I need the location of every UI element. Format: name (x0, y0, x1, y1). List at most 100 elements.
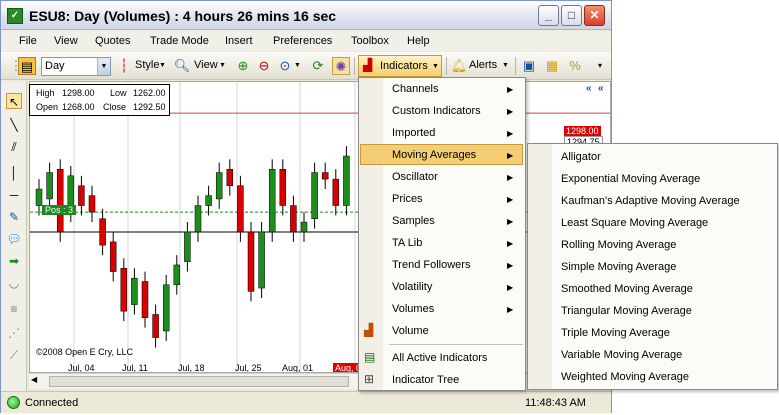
search-icon: 🔍︎ (173, 58, 191, 73)
submenu-item-weighted[interactable]: Weighted Moving Average (561, 371, 689, 383)
candle-body (162, 284, 170, 332)
alerts-button[interactable]: Alerts (469, 59, 497, 71)
arc-icon[interactable]: ◡ (6, 275, 22, 291)
copyright-text: ©2008 Open E Cry, LLC (36, 347, 134, 357)
submenu-item-exponential[interactable]: Exponential Moving Average (561, 173, 700, 185)
submenu-item-alligator[interactable]: Alligator (561, 151, 601, 163)
candle-body (56, 168, 64, 233)
zoom-in-icon[interactable]: ⊕ (234, 57, 252, 75)
callout-icon[interactable]: 💬︎ (6, 231, 22, 247)
close-label: Close (103, 102, 127, 112)
submenu-item-rolling[interactable]: Rolling Moving Average (561, 239, 676, 251)
candle-body (194, 205, 202, 233)
maximize-button[interactable]: □ (561, 5, 582, 26)
menu-toolbox[interactable]: Toolbox (351, 35, 389, 47)
zoom-out-icon[interactable]: ⊖ (255, 57, 273, 75)
menu-item-indicator-tree[interactable]: Indicator Tree (392, 374, 459, 386)
submenu-arrow-icon: ▶ (507, 129, 514, 138)
scrollbar-thumb[interactable] (49, 376, 349, 387)
close-button[interactable]: ✕ (584, 5, 605, 26)
line-icon[interactable]: ╲ (6, 117, 22, 133)
menu-view[interactable]: View (54, 35, 78, 47)
moving-averages-submenu: Alligator Exponential Moving Average Kau… (527, 143, 778, 390)
menu-item-trend-followers[interactable]: Trend Followers (392, 259, 470, 271)
menu-item-volumes[interactable]: Volumes (392, 303, 434, 315)
separator (446, 57, 447, 75)
candle-body (99, 218, 106, 246)
tree-icon: ⊞ (364, 372, 375, 386)
menu-item-all-active-indicators[interactable]: All Active Indicators (392, 352, 487, 364)
ohlc-box: High 1298.00 Low 1262.00 Open 1268.00 Cl… (29, 84, 170, 116)
percent-icon[interactable]: % (566, 57, 584, 75)
menu-item-ta-lib[interactable]: TA Lib (392, 237, 422, 249)
scroll-right-icon[interactable]: « (598, 83, 604, 94)
menu-item-imported[interactable]: Imported (392, 127, 435, 139)
fan-icon[interactable]: ⟋ (6, 347, 22, 363)
indicators-button[interactable]: ▟ Indicators ▼ (358, 55, 442, 77)
zoom-icon[interactable]: ⊙ (276, 57, 294, 75)
note-icon[interactable]: ✎ (6, 209, 22, 225)
menu-trade-mode[interactable]: Trade Mode (150, 35, 209, 47)
minimize-button[interactable]: _ (538, 5, 559, 26)
low-label: Low (110, 88, 127, 98)
chart-window-icon[interactable]: ▤ (18, 57, 36, 75)
submenu-item-least-square[interactable]: Least Square Moving Average (561, 217, 708, 229)
fibonacci-icon[interactable]: ≡ (6, 301, 22, 317)
candle-body (152, 314, 159, 338)
menu-item-samples[interactable]: Samples (392, 215, 435, 227)
menu-icon-column (528, 144, 552, 389)
candle-body (247, 231, 255, 292)
menu-preferences[interactable]: Preferences (273, 35, 332, 47)
candle-body (279, 168, 287, 206)
menu-item-channels[interactable]: Channels (392, 83, 438, 95)
submenu-item-simple[interactable]: Simple Moving Average (561, 261, 676, 273)
candle-body (109, 241, 117, 272)
candle-body (78, 185, 85, 206)
horizontal-line-icon[interactable]: ─ (6, 187, 22, 203)
menu-file[interactable]: File (19, 35, 37, 47)
menu-item-volume[interactable]: Volume (392, 325, 429, 337)
scroll-left-icon[interactable]: « (586, 83, 592, 94)
palette-icon[interactable]: ▦ (543, 57, 561, 75)
x-axis-label: Jul, 25 (235, 363, 262, 373)
x-axis-label: Jul, 18 (178, 363, 205, 373)
chevron-down-icon: ▼ (219, 62, 226, 69)
menu-item-custom-indicators[interactable]: Custom Indicators (392, 105, 481, 117)
menu-insert[interactable]: Insert (225, 35, 253, 47)
style-button[interactable]: Style (135, 59, 159, 71)
pointer-icon[interactable]: ↖ (6, 93, 22, 109)
submenu-arrow-icon: ▶ (507, 107, 514, 116)
menu-help[interactable]: Help (407, 35, 430, 47)
vertical-line-icon[interactable]: │ (6, 165, 22, 181)
period-select[interactable]: Day ▼ (41, 57, 111, 76)
menu-item-volatility[interactable]: Volatility (392, 281, 432, 293)
refresh-icon[interactable]: ⟳ (309, 57, 327, 75)
submenu-item-triangular[interactable]: Triangular Moving Average (561, 305, 692, 317)
chevron-down-icon: ▼ (97, 58, 110, 75)
toolbar-overflow-icon[interactable]: ▾ (591, 57, 609, 75)
indicators-menu: Channels ▶ Custom Indicators ▶ Imported … (358, 77, 526, 391)
menu-item-moving-averages[interactable]: Moving Averages (392, 149, 476, 161)
menu-item-prices[interactable]: Prices (392, 193, 423, 205)
submenu-arrow-icon: ▶ (507, 283, 514, 292)
arrow-icon[interactable]: ➡ (6, 253, 22, 269)
menu-quotes[interactable]: Quotes (95, 35, 130, 47)
channel-icon[interactable]: ⫽ (6, 139, 22, 155)
submenu-item-triple[interactable]: Triple Moving Average (561, 327, 670, 339)
submenu-arrow-icon: ▶ (507, 217, 514, 226)
scroll-left-arrow-icon[interactable]: ◀ (31, 375, 37, 384)
view-button[interactable]: View (194, 59, 218, 71)
title-bar[interactable]: ✓ ESU8: Day (Volumes) : 4 hours 26 mins … (1, 1, 611, 30)
candle-body (35, 188, 43, 206)
submenu-item-variable[interactable]: Variable Moving Average (561, 349, 682, 361)
candle-body (343, 155, 350, 206)
gann-icon[interactable]: ⋰ (6, 325, 22, 341)
book-icon[interactable]: ▣ (520, 57, 538, 75)
properties-icon[interactable]: ✺ (332, 57, 350, 75)
connection-status: Connected (25, 397, 79, 409)
list-icon: ▤ (364, 350, 376, 364)
menu-item-oscillator[interactable]: Oscillator (392, 171, 438, 183)
submenu-item-smoothed[interactable]: Smoothed Moving Average (561, 283, 693, 295)
status-time: 11:48:43 AM (525, 397, 586, 409)
submenu-item-kaufman[interactable]: Kaufman's Adaptive Moving Average (561, 195, 740, 207)
